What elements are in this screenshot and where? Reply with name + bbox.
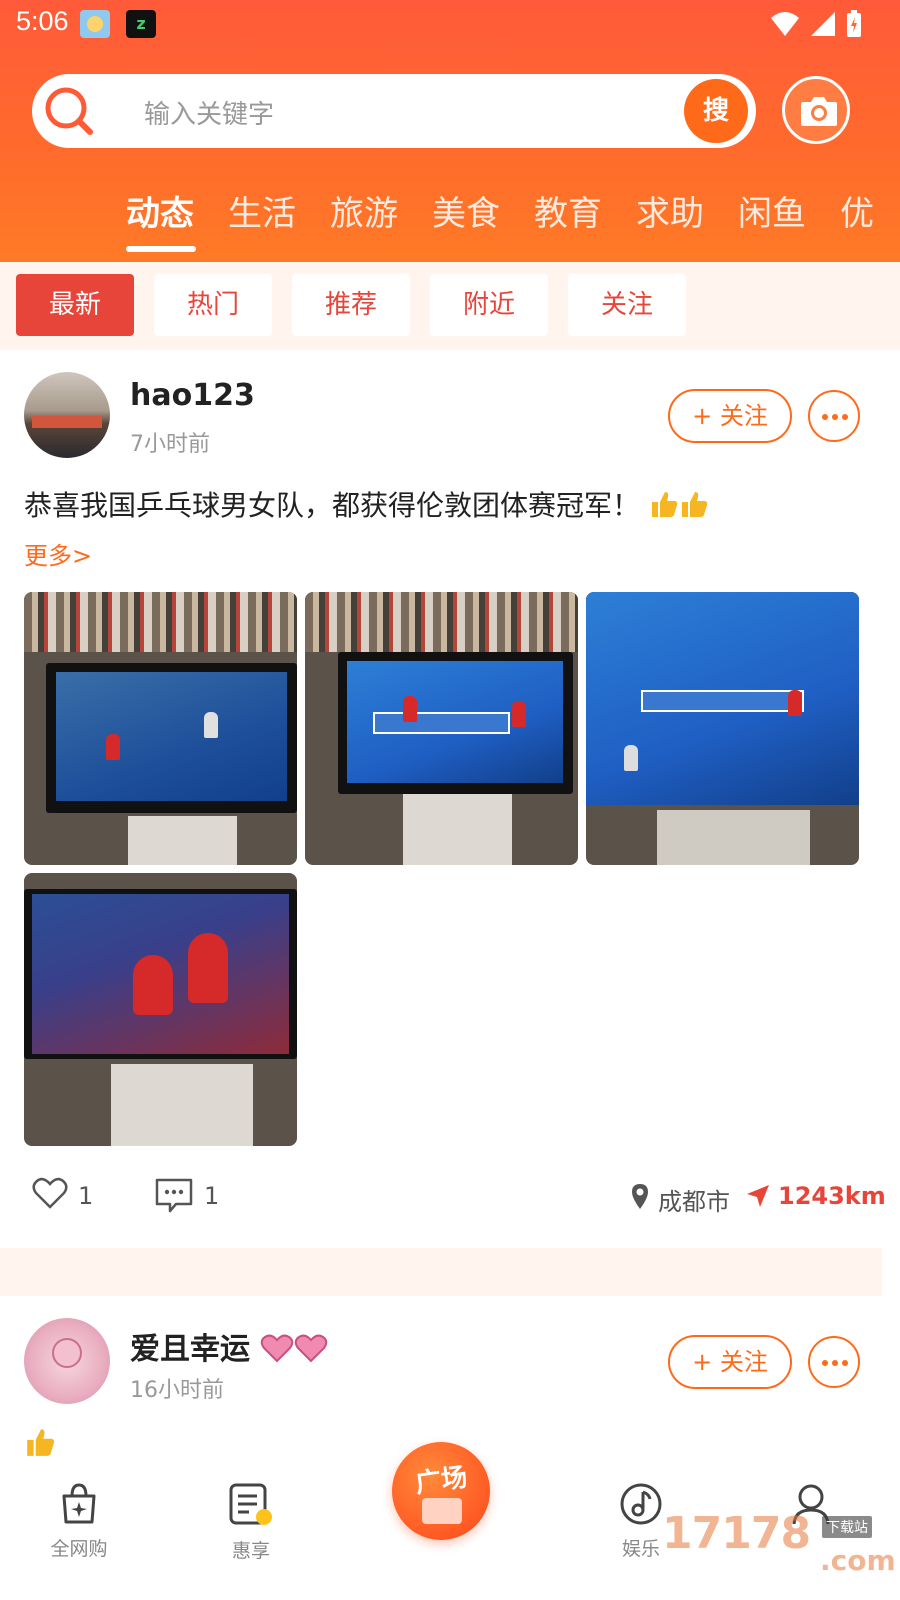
thumbs-up-emoji-icon <box>681 492 708 517</box>
search-button[interactable]: 搜 <box>684 79 748 143</box>
tab-shenghuo[interactable]: 生活 <box>228 186 302 235</box>
search-bar[interactable]: 输入关键字 搜 <box>32 74 756 148</box>
search-input[interactable]: 输入关键字 <box>144 94 274 131</box>
coupon-list-icon <box>229 1483 272 1525</box>
post-text-content: 恭喜我国乒乓球男女队，都获得伦敦团体赛冠军！ <box>24 489 641 522</box>
status-time: 5:06 <box>16 6 69 36</box>
notification-app-icon <box>80 10 110 38</box>
music-icon <box>620 1483 662 1525</box>
post-text: 恭喜我国乒乓球男女队，都获得伦敦团体赛冠军！ <box>24 484 709 524</box>
post-username[interactable]: 爱且幸运 <box>130 1324 328 1368</box>
post-stats: 1 1 成都市 1243km <box>0 1168 886 1228</box>
like-icon[interactable] <box>32 1176 68 1210</box>
comment-icon[interactable] <box>154 1176 194 1214</box>
post-city: 成都市 <box>658 1188 730 1216</box>
avatar-lantern-strip <box>32 416 102 428</box>
thumbs-up-emoji-icon <box>651 492 678 517</box>
search-icon <box>45 87 93 135</box>
filter-recommend[interactable]: 推荐 <box>292 274 410 336</box>
more-options-button[interactable] <box>808 390 860 442</box>
camera-button[interactable] <box>782 76 850 144</box>
tab-dongtai[interactable]: 动态 <box>126 186 200 252</box>
post-username[interactable]: hao123 <box>130 378 255 413</box>
more-link[interactable]: 更多> <box>24 536 92 571</box>
avatar-flower <box>52 1338 82 1368</box>
nav-huixiang[interactable]: 惠享 <box>206 1482 296 1563</box>
filter-hot[interactable]: 热门 <box>154 274 272 336</box>
post-photo[interactable] <box>24 592 297 865</box>
watermark-domain: .com <box>820 1544 896 1577</box>
tab-qiuzhu[interactable]: 求助 <box>636 186 710 235</box>
plaza-icon <box>422 1498 462 1524</box>
nav-label: 惠享 <box>231 1540 270 1562</box>
post-time: 7小时前 <box>130 432 210 457</box>
nav-quanwanggou[interactable]: 全网购 <box>34 1482 124 1561</box>
nav-label: 全网购 <box>50 1538 108 1560</box>
status-icons <box>770 10 862 38</box>
avatar[interactable] <box>24 1318 110 1404</box>
post-separator <box>0 1248 882 1296</box>
heart-emoji-icon <box>261 1334 294 1363</box>
tab-meishi[interactable]: 美食 <box>432 186 506 235</box>
follow-button[interactable]: + 关注 <box>668 1335 792 1389</box>
category-tabs: 动态 生活 旅游 美食 教育 求助 闲鱼 优 <box>126 186 900 252</box>
filter-following[interactable]: 关注 <box>568 274 686 336</box>
post-distance: 1243km <box>778 1182 886 1210</box>
plaza-label: 广场 <box>413 1462 470 1500</box>
thumbs-up-emoji-icon <box>27 1429 55 1456</box>
filter-bar: 最新 热门 推荐 附近 关注 <box>0 262 900 350</box>
filter-nearby[interactable]: 附近 <box>430 274 548 336</box>
post-username-text: 爱且幸运 <box>130 1332 250 1367</box>
notification-app-icon-2: z <box>126 10 156 38</box>
avatar[interactable] <box>24 372 110 458</box>
camera-icon <box>801 97 837 126</box>
watermark-sub: 下载站 <box>822 1516 872 1538</box>
post-photo[interactable] <box>24 873 297 1146</box>
app-header: 5:06 z 输入关键字 搜 动态 生活 旅游 美食 教育 求助 闲鱼 优 <box>0 0 900 262</box>
shopping-bag-icon <box>62 1483 96 1524</box>
tab-jiaoyu[interactable]: 教育 <box>534 186 608 235</box>
tab-xianyu[interactable]: 闲鱼 <box>738 186 812 235</box>
location-pin-icon <box>632 1184 648 1209</box>
comment-count: 1 <box>204 1182 220 1210</box>
post-card: 爱且幸运 16小时前 + 关注 <box>0 1296 882 1462</box>
follow-button[interactable]: + 关注 <box>668 389 792 443</box>
status-bar: 5:06 z <box>0 0 900 48</box>
signal-icon <box>811 12 835 36</box>
filter-latest[interactable]: 最新 <box>16 274 134 336</box>
tab-lvyou[interactable]: 旅游 <box>330 186 404 235</box>
battery-charging-icon <box>847 10 861 37</box>
post-time: 16小时前 <box>130 1378 224 1403</box>
tab-you[interactable]: 优 <box>840 186 900 235</box>
wifi-icon <box>771 12 799 36</box>
like-count: 1 <box>78 1182 94 1210</box>
post-photo[interactable] <box>586 592 859 865</box>
nav-plaza-button[interactable]: 广场 <box>392 1442 490 1540</box>
more-options-button[interactable] <box>808 1336 860 1388</box>
watermark: 17178 <box>662 1508 811 1559</box>
post-card: hao123 7小时前 + 关注 恭喜我国乒乓球男女队，都获得伦敦团体赛冠军！ … <box>0 350 886 1248</box>
navigation-arrow-icon <box>747 1185 769 1207</box>
heart-emoji-icon <box>295 1334 328 1363</box>
post-photo[interactable] <box>305 592 578 865</box>
